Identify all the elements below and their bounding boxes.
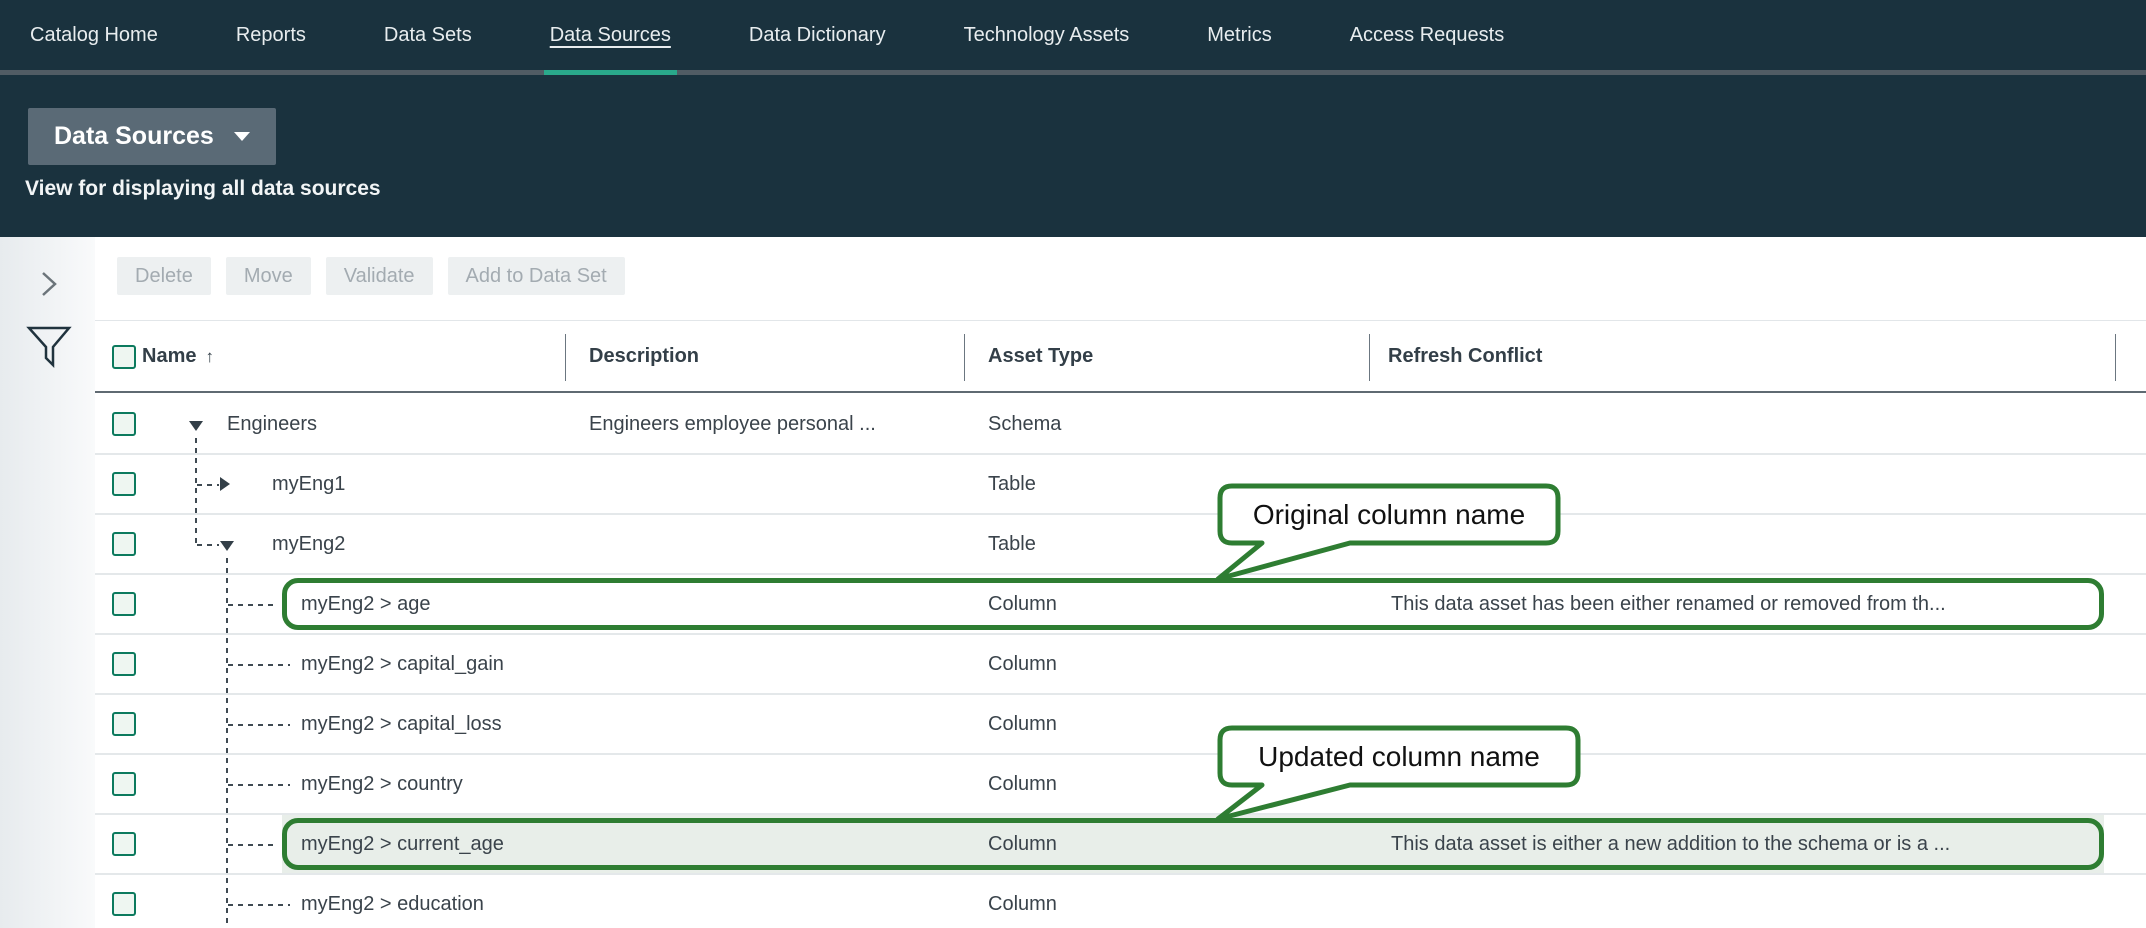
- asset-name[interactable]: myEng2 > country: [301, 755, 557, 813]
- nav-item-metrics[interactable]: Metrics: [1207, 0, 1271, 70]
- row-checkbox[interactable]: [112, 712, 136, 736]
- column-divider: [2115, 334, 2116, 381]
- column-header-description[interactable]: Description: [589, 321, 699, 392]
- column-header-asset-type[interactable]: Asset Type: [988, 321, 1093, 392]
- refresh-conflict-message: [1391, 395, 2105, 453]
- asset-description: [589, 635, 949, 693]
- asset-name[interactable]: myEng2 > education: [301, 875, 557, 928]
- row-checkbox[interactable]: [112, 772, 136, 796]
- table-header: Name↑ Description Asset Type Refresh Con…: [95, 320, 2146, 393]
- validate-button[interactable]: Validate: [326, 257, 433, 295]
- row-checkbox[interactable]: [112, 532, 136, 556]
- asset-type: Column: [988, 575, 1358, 633]
- filter-funnel-icon[interactable]: [26, 323, 72, 369]
- row-checkbox[interactable]: [112, 892, 136, 916]
- table-row[interactable]: myEng1 Table: [95, 455, 2146, 515]
- refresh-conflict-message: [1391, 875, 2105, 928]
- asset-type: Column: [988, 815, 1358, 873]
- select-all-checkbox[interactable]: [112, 345, 136, 369]
- view-subtitle: View for displaying all data sources: [25, 177, 381, 201]
- nav-item-access-requests[interactable]: Access Requests: [1350, 0, 1505, 70]
- asset-type: Schema: [988, 395, 1358, 453]
- table-row[interactable]: myEng2 Table: [95, 515, 2146, 575]
- table-row[interactable]: myEng2 > education Column: [95, 875, 2146, 928]
- refresh-conflict-message: This data asset is either a new addition…: [1391, 815, 2105, 873]
- nav-item-data-sources[interactable]: Data Sources: [550, 0, 671, 70]
- refresh-conflict-message: [1391, 635, 2105, 693]
- delete-button[interactable]: Delete: [117, 257, 211, 295]
- move-button[interactable]: Move: [226, 257, 311, 295]
- column-divider: [964, 334, 965, 381]
- column-header-refresh-conflict[interactable]: Refresh Conflict: [1388, 321, 1542, 392]
- asset-name[interactable]: myEng1: [272, 455, 557, 513]
- column-divider: [1369, 334, 1370, 381]
- filter-sidebar: [0, 237, 95, 928]
- table-row[interactable]: myEng2 > age Column This data asset has be…: [95, 575, 2146, 635]
- nav-item-reports[interactable]: Reports: [236, 0, 306, 70]
- asset-type: Table: [988, 455, 1358, 513]
- content-area: Delete Move Validate Add to Data Set: [0, 237, 2146, 928]
- asset-type: Column: [988, 635, 1358, 693]
- view-selector-label: Data Sources: [54, 122, 214, 151]
- row-checkbox[interactable]: [112, 652, 136, 676]
- nav-items: Catalog Home Reports Data Sets Data Sources…: [30, 0, 1504, 75]
- asset-description: [589, 875, 949, 928]
- asset-description: [589, 815, 949, 873]
- sort-asc-icon: ↑: [205, 347, 214, 366]
- refresh-conflict-message: [1391, 755, 2105, 813]
- table-row[interactable]: myEng2 > capital_gain Column: [95, 635, 2146, 695]
- add-to-data-set-button[interactable]: Add to Data Set: [448, 257, 625, 295]
- view-header: Data Sources View for displaying all dat…: [0, 75, 2146, 237]
- row-checkbox[interactable]: [112, 832, 136, 856]
- asset-description: [589, 455, 949, 513]
- refresh-conflict-message: [1391, 695, 2105, 753]
- app-window: Catalog HomeReportsData SetsData Sources…: [0, 0, 2146, 928]
- asset-name[interactable]: myEng2: [272, 515, 557, 573]
- nav-item-catalog-home[interactable]: Catalog Home: [30, 0, 158, 70]
- top-nav: Catalog Home Reports Data Sets Data Sources…: [0, 0, 2146, 75]
- asset-name[interactable]: myEng2 > capital_gain: [301, 635, 557, 693]
- column-header-name[interactable]: Name↑: [142, 321, 214, 392]
- refresh-conflict-message: This data asset has been either renamed …: [1391, 575, 2105, 633]
- asset-description: [589, 755, 949, 813]
- column-divider: [565, 334, 566, 381]
- asset-type: Table: [988, 515, 1358, 573]
- table-rows: Engineers Engineers employee personal ...…: [95, 395, 2146, 928]
- asset-name[interactable]: myEng2 > capital_loss: [301, 695, 557, 753]
- view-selector-button[interactable]: Data Sources: [28, 108, 276, 165]
- table-row[interactable]: myEng2 > current_age Column This data asse…: [95, 815, 2146, 875]
- table-row[interactable]: myEng2 > country Column: [95, 755, 2146, 815]
- asset-name[interactable]: Engineers: [227, 395, 557, 453]
- asset-description: [589, 695, 949, 753]
- row-checkbox[interactable]: [112, 472, 136, 496]
- asset-name[interactable]: myEng2 > age: [301, 575, 557, 633]
- row-checkbox[interactable]: [112, 412, 136, 436]
- nav-item-data-dictionary[interactable]: Data Dictionary: [749, 0, 886, 70]
- expand-icon[interactable]: [220, 477, 230, 491]
- collapse-icon[interactable]: [220, 541, 234, 551]
- refresh-conflict-message: [1391, 515, 2105, 573]
- table-row[interactable]: myEng2 > capital_loss Column: [95, 695, 2146, 755]
- asset-type: Column: [988, 875, 1358, 928]
- chevron-down-icon: [234, 132, 250, 141]
- asset-type: Column: [988, 755, 1358, 813]
- nav-item-technology-assets[interactable]: Technology Assets: [964, 0, 1130, 70]
- asset-type: Column: [988, 695, 1358, 753]
- asset-description: [589, 515, 949, 573]
- asset-description: [589, 575, 949, 633]
- refresh-conflict-message: [1391, 455, 2105, 513]
- data-sources-table: Name↑ Description Asset Type Refresh Con…: [95, 320, 2146, 928]
- asset-name[interactable]: myEng2 > current_age: [301, 815, 557, 873]
- nav-item-data-sets[interactable]: Data Sets: [384, 0, 472, 70]
- toolbar: Delete Move Validate Add to Data Set: [117, 257, 625, 295]
- table-row[interactable]: Engineers Engineers employee personal ...…: [95, 395, 2146, 455]
- asset-description: Engineers employee personal ...: [589, 395, 949, 453]
- expand-panel-icon[interactable]: [36, 269, 62, 299]
- collapse-icon[interactable]: [189, 421, 203, 431]
- row-checkbox[interactable]: [112, 592, 136, 616]
